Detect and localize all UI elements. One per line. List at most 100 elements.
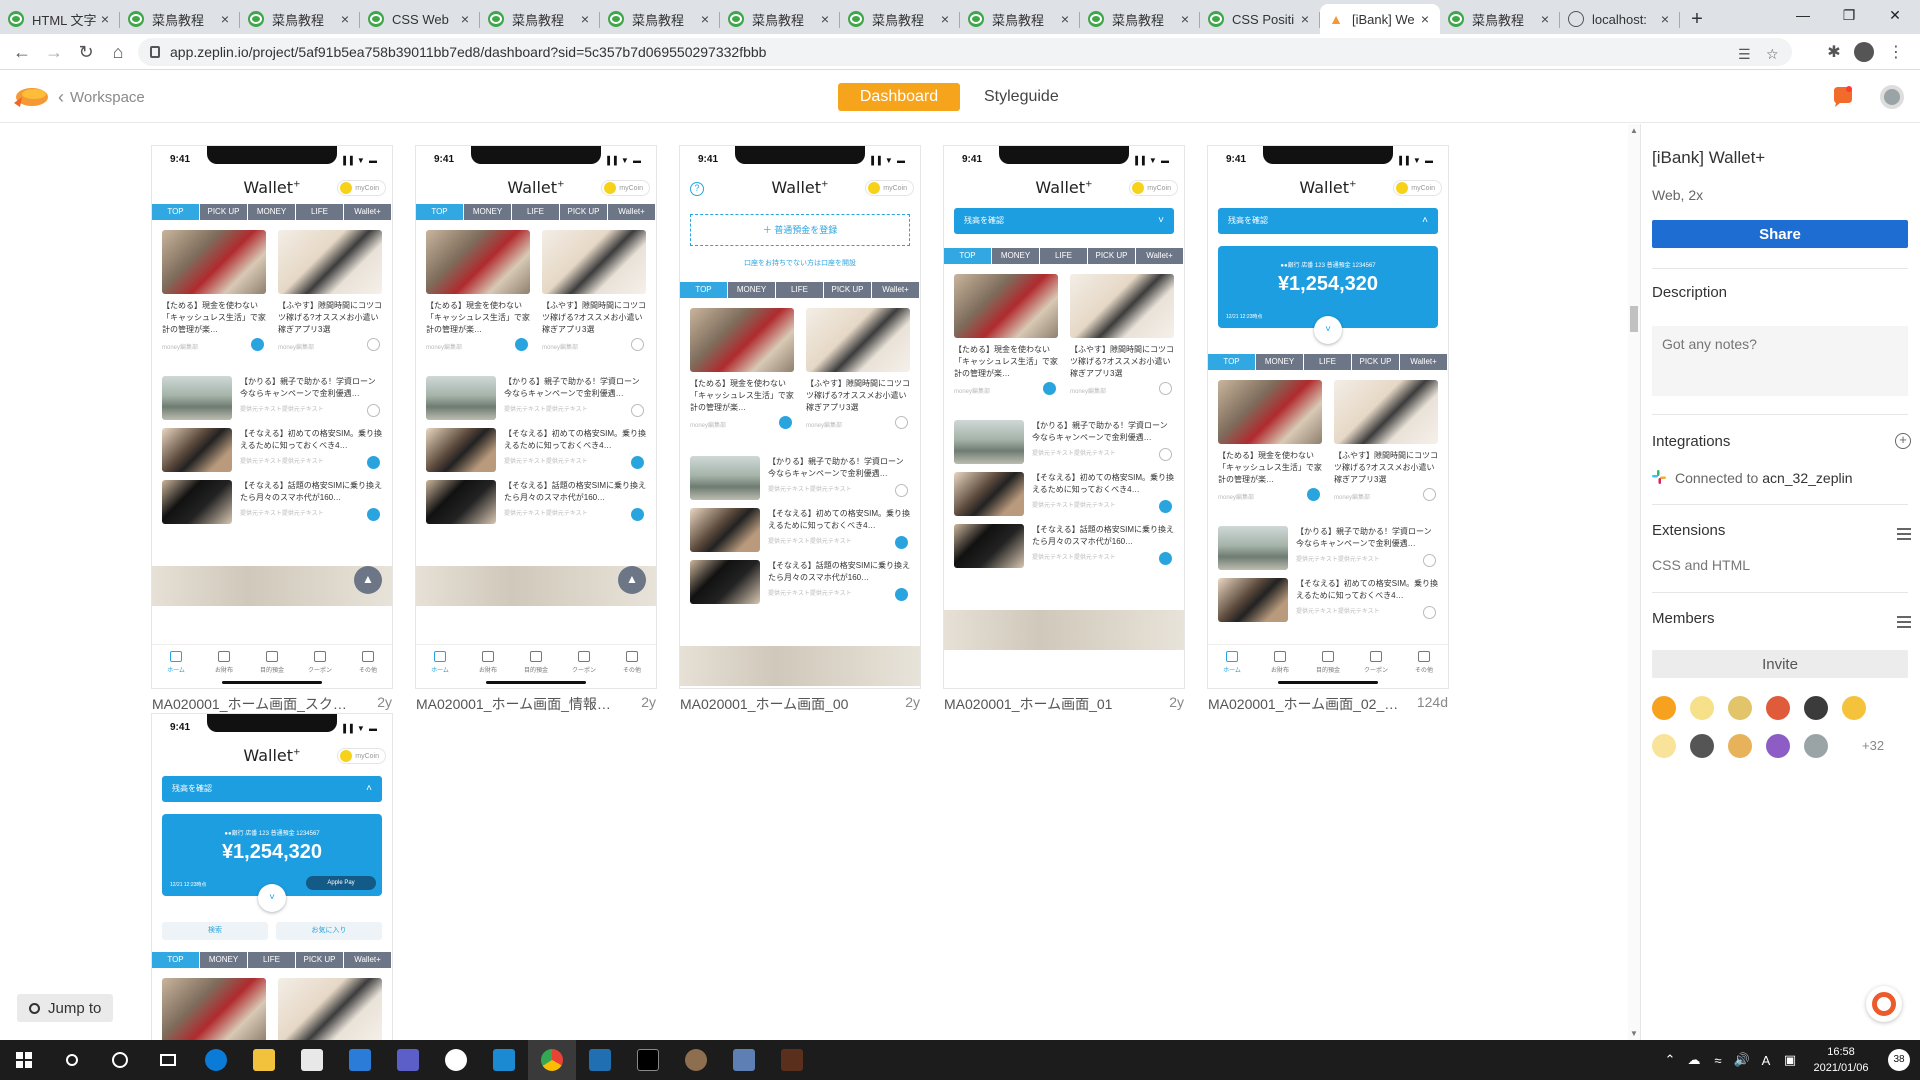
category-tab[interactable]: LIFE xyxy=(512,204,560,220)
browser-tab[interactable]: 菜鳥教程 × xyxy=(600,4,720,34)
category-tab[interactable]: PICK UP xyxy=(200,204,248,220)
category-tab[interactable]: TOP xyxy=(416,204,464,220)
close-icon[interactable]: × xyxy=(338,11,352,27)
category-tab[interactable]: LIFE xyxy=(776,282,824,298)
member-avatar[interactable] xyxy=(1728,696,1752,720)
browser-tab[interactable]: 菜鳥教程 × xyxy=(120,4,240,34)
open-account-link[interactable]: 口座をお持ちでない方は口座を開設 xyxy=(680,258,920,268)
favorite-heart-icon[interactable] xyxy=(1043,382,1056,395)
share-button[interactable]: Share xyxy=(1652,220,1908,248)
volume-icon[interactable]: 🔊 xyxy=(1730,1052,1754,1068)
close-icon[interactable]: × xyxy=(218,11,232,27)
wifi-icon[interactable]: ≈ xyxy=(1706,1053,1730,1068)
favorite-heart-icon[interactable] xyxy=(367,508,380,521)
category-tab[interactable]: Wallet+ xyxy=(344,952,392,968)
help-lifebuoy-button[interactable] xyxy=(1866,986,1902,1022)
list-item[interactable]: 【かりる】親子で助かる！学資ローン今ならキャンペーンで金利優遇… 提供元テキスト提… xyxy=(426,376,646,424)
category-tab[interactable]: LIFE xyxy=(296,204,344,220)
category-tab[interactable]: Wallet+ xyxy=(1136,248,1184,264)
bottom-nav-item[interactable]: その他 xyxy=(608,645,656,688)
category-tab[interactable]: MONEY xyxy=(1256,354,1304,370)
reload-icon[interactable]: ↻ xyxy=(70,36,102,68)
close-icon[interactable]: × xyxy=(98,11,112,27)
browser-tab[interactable]: 菜鳥教程 × xyxy=(720,4,840,34)
member-avatar[interactable] xyxy=(1842,696,1866,720)
expand-chevron-icon[interactable]: ˅ xyxy=(1314,316,1342,344)
game-app-icon[interactable] xyxy=(768,1040,816,1080)
article-card[interactable]: 【ためる】現金を使わない「キャッシュレス生活」で家計の管理が楽… money編集部 xyxy=(426,230,530,354)
member-avatar[interactable] xyxy=(1652,734,1676,758)
member-avatar[interactable] xyxy=(1804,696,1828,720)
chrome-icon[interactable] xyxy=(528,1040,576,1080)
category-tab[interactable]: LIFE xyxy=(248,952,296,968)
register-account-button[interactable]: ＋ 普通預金を登録 xyxy=(690,214,910,246)
list-item[interactable]: 【かりる】親子で助かる！学資ローン今ならキャンペーンで金利優遇… 提供元テキスト提… xyxy=(954,420,1174,468)
list-item[interactable]: 【そなえる】話題の格安SIMに乗り換えたら月々のスマホ代が160… 提供元テキスト… xyxy=(690,560,910,608)
close-icon[interactable]: × xyxy=(1658,11,1672,27)
scroll-top-icon[interactable]: ▲ xyxy=(354,566,382,594)
article-card[interactable]: 【ふやす】隙間時間にコツコツ稼げる?オススメお小遣い稼ぎアプリ3選money編集… xyxy=(1070,274,1174,398)
mail-icon[interactable] xyxy=(336,1040,384,1080)
article-card[interactable]: 【ふやす】隙間時間にコツコツ稼げる?オススメお小遣い稼ぎアプリ3選money編集… xyxy=(806,308,910,432)
category-tab[interactable]: PICK UP xyxy=(296,952,344,968)
member-avatar[interactable] xyxy=(1652,696,1676,720)
favorite-heart-icon[interactable] xyxy=(895,416,908,429)
network-tool-icon[interactable] xyxy=(720,1040,768,1080)
translate-icon[interactable]: ☰ xyxy=(1738,46,1751,63)
mycoin-badge[interactable]: myCoin xyxy=(865,180,914,196)
favorite-heart-icon[interactable] xyxy=(251,338,264,351)
favorite-heart-icon[interactable] xyxy=(1423,488,1436,501)
category-tab[interactable]: LIFE xyxy=(1040,248,1088,264)
favorite-heart-icon[interactable] xyxy=(631,456,644,469)
screen-preview[interactable]: 9:41 ▐▐ ▼ ▬ Wallet+ myCoin 残高を確認 ˄ ●●銀行 店番 123… xyxy=(1208,146,1448,688)
bottom-nav-item[interactable]: その他 xyxy=(1400,645,1448,688)
main-scrollbar[interactable]: ▲ ▼ xyxy=(1628,124,1640,1040)
favorite-heart-icon[interactable] xyxy=(1159,500,1172,513)
screen-name[interactable]: MA020001_ホーム画面_01 xyxy=(944,694,1112,712)
screen-name[interactable]: MA020001_ホーム画面_02_… xyxy=(1208,694,1398,712)
category-tab[interactable]: LIFE xyxy=(1304,354,1352,370)
expand-chevron-icon[interactable]: ˅ xyxy=(258,884,286,912)
favorite-heart-icon[interactable] xyxy=(367,456,380,469)
mycoin-badge[interactable]: myCoin xyxy=(601,180,650,196)
address-bar[interactable]: app.zeplin.io/project/5af91b5ea758b39011… xyxy=(138,38,1792,66)
extensions-icon[interactable]: ✱ xyxy=(1822,40,1846,64)
category-tab[interactable]: MONEY xyxy=(728,282,776,298)
vscode-icon[interactable] xyxy=(480,1040,528,1080)
article-card[interactable]: 【ふやす】隙間時間にコツコツ稼げる?オススメお小遣い稼ぎアプリ3選money編集… xyxy=(278,230,382,354)
favorite-heart-icon[interactable] xyxy=(1423,606,1436,619)
favorite-heart-icon[interactable] xyxy=(895,484,908,497)
onedrive-icon[interactable]: ☁ xyxy=(1682,1052,1706,1068)
category-tab[interactable]: PICK UP xyxy=(560,204,608,220)
screen-thumbnail[interactable]: 9:41 ▐▐ ▼ ▬ Wallet+ myCoin TOP PICK UP MONEY LI… xyxy=(152,146,392,712)
favorite-heart-icon[interactable] xyxy=(895,588,908,601)
zeplin-logo-icon[interactable] xyxy=(12,83,50,109)
edge-icon[interactable] xyxy=(192,1040,240,1080)
member-avatar[interactable] xyxy=(1690,696,1714,720)
article-card[interactable]: 【ためる】現金を使わない「キャッシュレス生活」で家計の管理が楽… money編集部 xyxy=(954,274,1058,398)
close-icon[interactable]: × xyxy=(1538,11,1552,27)
bottom-nav-item[interactable]: その他 xyxy=(344,645,392,688)
category-tab[interactable]: MONEY xyxy=(200,952,248,968)
favorites-button[interactable]: お気に入り xyxy=(276,922,382,940)
window-close-icon[interactable]: ✕ xyxy=(1872,0,1918,30)
category-tab[interactable]: PICK UP xyxy=(824,282,872,298)
article-card[interactable]: 【ふやす】隙間時間にコツコツ稼げる?オススメお小遣い稼ぎアプリ3選money編集… xyxy=(278,978,382,1040)
favorite-heart-icon[interactable] xyxy=(1159,448,1172,461)
category-tab[interactable]: Wallet+ xyxy=(608,204,656,220)
browser-tab[interactable]: CSS Web × xyxy=(360,4,480,34)
list-item[interactable]: 【かりる】親子で助かる！学資ローン今ならキャンペーンで金利優遇… 提供元テキスト提… xyxy=(162,376,382,424)
screen-name[interactable]: MA020001_ホーム画面_スクロ… xyxy=(152,694,352,712)
scroll-up-icon[interactable]: ▲ xyxy=(1628,126,1640,135)
ime-indicator[interactable]: A xyxy=(1754,1053,1778,1068)
balance-toggle-bar[interactable]: 残高を確認 ˄ xyxy=(1218,208,1438,234)
category-tab[interactable]: TOP xyxy=(680,282,728,298)
mycoin-badge[interactable]: myCoin xyxy=(337,748,386,764)
list-item[interactable]: 【かりる】親子で助かる！学資ローン今ならキャンペーンで金利優遇… 提供元テキスト提… xyxy=(1218,526,1438,574)
category-tab[interactable]: TOP xyxy=(1208,354,1256,370)
screen-preview[interactable]: 9:41 ▐▐ ▼ ▬ Wallet+ myCoin TOP PICK UP MONEY LI… xyxy=(152,146,392,688)
favorite-heart-icon[interactable] xyxy=(1159,382,1172,395)
forward-icon[interactable]: → xyxy=(38,36,70,68)
category-tab[interactable]: PICK UP xyxy=(1352,354,1400,370)
list-item[interactable]: 【そなえる】初めての格安SIM。乗り換えるために知っておくべき4… 提供元テキスト… xyxy=(954,472,1174,520)
